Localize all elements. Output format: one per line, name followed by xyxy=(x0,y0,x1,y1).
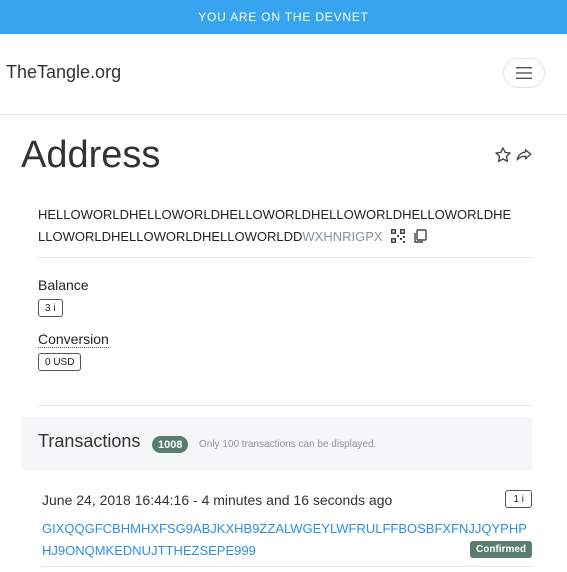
devnet-banner: YOU ARE ON THE DEVNET xyxy=(0,0,567,34)
balance-label: Balance xyxy=(38,277,89,293)
menu-toggle-button[interactable] xyxy=(503,58,545,88)
hamburger-icon xyxy=(516,67,532,79)
star-icon[interactable] xyxy=(494,146,512,164)
address-main: HELLOWORLDHELLOWORLDHELLOWORLDHELLOWORLD… xyxy=(38,207,512,244)
transactions-note: Only 100 transactions can be displayed. xyxy=(199,439,377,450)
transactions-title: Transactions xyxy=(38,431,141,451)
address-hash: HELLOWORLDHELLOWORLDHELLOWORLDHELLOWORLD… xyxy=(38,204,518,250)
transactions-header: Transactions 1008 Only 100 transactions … xyxy=(22,417,532,470)
copy-icon[interactable] xyxy=(413,228,427,250)
divider xyxy=(38,405,532,406)
conversion-value: 0 USD xyxy=(38,353,82,371)
transactions-count-badge: 1008 xyxy=(152,436,189,453)
divider xyxy=(38,257,532,258)
qr-code-icon[interactable] xyxy=(390,228,405,250)
balance-value: 3 i xyxy=(38,299,63,317)
transaction-value-badge: 1 i xyxy=(505,490,532,508)
transaction-row: June 24, 2018 16:44:16 - 4 minutes and 1… xyxy=(22,482,532,567)
conversion-label[interactable]: Conversion xyxy=(38,331,109,348)
share-icon[interactable] xyxy=(515,146,533,164)
navbar: TheTangle.org xyxy=(0,34,567,115)
transaction-status-badge: Confirmed xyxy=(470,541,532,558)
brand-logo-text[interactable]: TheTangle.org xyxy=(6,62,121,83)
page-title: Address xyxy=(21,134,161,176)
title-actions xyxy=(494,146,533,164)
address-checksum: WXHNRIGPX xyxy=(302,229,383,244)
transaction-hash-link[interactable]: GIXQQGFCBHMHXFSG9ABJKXHB9ZZALWGEYLWFRULF… xyxy=(42,518,528,562)
transaction-time: June 24, 2018 16:44:16 - 4 minutes and 1… xyxy=(42,492,393,508)
devnet-banner-text: YOU ARE ON THE DEVNET xyxy=(198,10,369,24)
divider xyxy=(42,566,532,567)
